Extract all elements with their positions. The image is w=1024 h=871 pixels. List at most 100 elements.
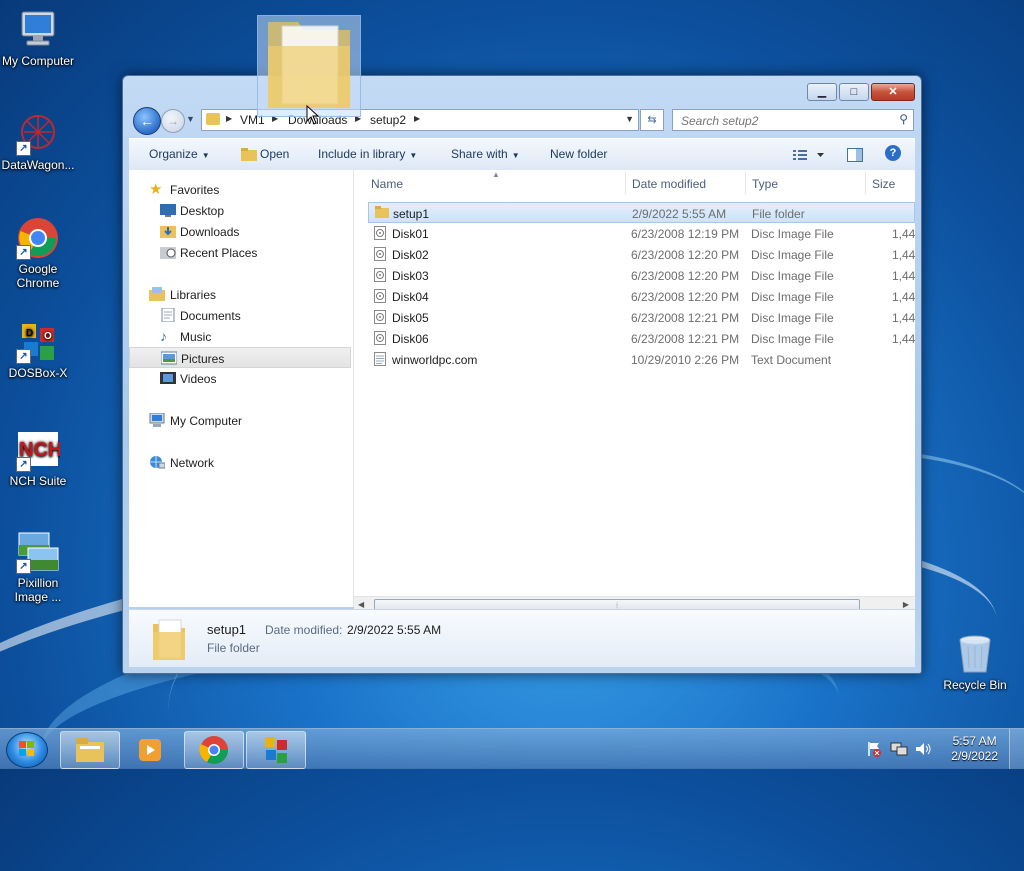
nav-documents[interactable]: Documents xyxy=(129,305,351,326)
details-date-value: 2/9/2022 5:55 AM xyxy=(347,623,442,637)
new-folder-button[interactable]: New folder xyxy=(550,147,607,161)
file-row-winworldpc[interactable]: winworldpc.com 10/29/2010 2:26 PM Text D… xyxy=(368,349,915,370)
help-icon[interactable]: ? xyxy=(885,145,901,161)
folder-icon xyxy=(151,618,187,665)
file-name: Disk04 xyxy=(392,290,429,304)
desktop-icon-pixillion[interactable]: ↗ Pixillion Image ... xyxy=(0,530,76,604)
search-icon[interactable]: ⚲ xyxy=(899,112,908,126)
share-with-menu[interactable]: Share with ▼ xyxy=(451,147,520,161)
file-type: File folder xyxy=(752,207,805,221)
file-type: Disc Image File xyxy=(751,311,834,325)
file-row-disk02[interactable]: Disk02 6/23/2008 12:20 PM Disc Image Fil… xyxy=(368,244,915,265)
taskbar-explorer[interactable] xyxy=(60,731,120,769)
nav-recent-places[interactable]: Recent Places xyxy=(129,242,351,263)
desktop-icon-google-chrome[interactable]: ↗ Google Chrome xyxy=(0,216,76,290)
disc-image-icon xyxy=(374,289,386,303)
desktop-icon-recycle-bin[interactable]: Recycle Bin xyxy=(937,632,1013,692)
nav-pictures[interactable]: Pictures xyxy=(129,347,351,368)
network-status-icon[interactable] xyxy=(890,741,908,757)
videos-icon xyxy=(160,371,176,385)
nav-label: Network xyxy=(170,456,215,470)
file-row-setup1[interactable]: setup1 2/9/2022 5:55 AM File folder xyxy=(368,202,915,223)
search-box[interactable]: ⚲ xyxy=(672,109,914,131)
column-header-date-modified[interactable]: Date modified xyxy=(632,177,706,191)
dosbox-icon xyxy=(265,737,287,763)
column-divider[interactable] xyxy=(865,172,866,194)
nav-videos[interactable]: Videos xyxy=(129,368,351,389)
organize-menu[interactable]: Organize ▼ xyxy=(149,147,210,161)
preview-pane-icon[interactable] xyxy=(847,148,863,165)
folder-icon xyxy=(206,113,220,125)
column-divider[interactable] xyxy=(625,172,626,194)
action-center-flag-icon[interactable] xyxy=(866,741,882,757)
column-header-size[interactable]: Size xyxy=(872,177,895,191)
file-name: Disk06 xyxy=(392,332,429,346)
file-row-disk01[interactable]: Disk01 6/23/2008 12:19 PM Disc Image Fil… xyxy=(368,223,915,244)
desktop-icon-my-computer[interactable]: My Computer xyxy=(0,8,76,68)
nav-desktop[interactable]: Desktop xyxy=(129,200,351,221)
breadcrumb-arrow-icon[interactable]: ▶ xyxy=(226,114,232,123)
file-row-disk05[interactable]: Disk05 6/23/2008 12:21 PM Disc Image Fil… xyxy=(368,307,915,328)
file-row-disk06[interactable]: Disk06 6/23/2008 12:21 PM Disc Image Fil… xyxy=(368,328,915,349)
file-date: 6/23/2008 12:19 PM xyxy=(631,227,740,241)
taskbar-dosbox[interactable] xyxy=(246,731,306,769)
nav-label: Videos xyxy=(180,372,217,386)
breadcrumb-arrow-icon[interactable]: ▶ xyxy=(414,114,420,123)
svg-text:D: D xyxy=(26,328,33,339)
open-button[interactable]: Open xyxy=(260,147,289,161)
file-size: 1,44 xyxy=(892,227,915,241)
file-row-disk04[interactable]: Disk04 6/23/2008 12:20 PM Disc Image Fil… xyxy=(368,286,915,307)
search-input[interactable] xyxy=(679,113,893,129)
details-date-label: Date modified: xyxy=(265,623,343,637)
desktop-icon-dosbox-x[interactable]: DO ↗ DOSBox-X xyxy=(0,320,76,380)
computer-icon xyxy=(149,412,165,427)
text-document-icon xyxy=(374,352,386,366)
back-button[interactable]: ← xyxy=(133,107,161,135)
address-dropdown-icon[interactable]: ▼ xyxy=(625,114,634,124)
close-button[interactable]: ✕ xyxy=(871,83,915,101)
taskbar-media-player[interactable] xyxy=(122,731,182,769)
column-header-type[interactable]: Type xyxy=(752,177,778,191)
file-size: 1,44 xyxy=(892,332,915,346)
nav-my-computer[interactable]: My Computer xyxy=(129,410,351,431)
minimize-button[interactable]: ▁ xyxy=(807,83,837,101)
system-clock[interactable]: 5:57 AM 2/9/2022 xyxy=(951,734,998,764)
nav-downloads[interactable]: Downloads xyxy=(129,221,351,242)
nav-music[interactable]: ♪ Music xyxy=(129,326,351,347)
column-divider[interactable] xyxy=(745,172,746,194)
file-date: 2/9/2022 5:55 AM xyxy=(632,207,727,221)
shortcut-arrow-icon: ↗ xyxy=(16,457,31,472)
nav-label: Libraries xyxy=(170,288,217,302)
scroll-right-arrow-icon[interactable]: ▶ xyxy=(903,600,909,609)
disc-image-icon xyxy=(374,268,386,282)
nav-libraries[interactable]: Libraries xyxy=(129,284,351,305)
shortcut-arrow-icon: ↗ xyxy=(16,349,31,364)
desktop-icon-nch-suite[interactable]: NCH ↗ NCH Suite xyxy=(0,428,76,488)
nav-label: Music xyxy=(180,330,212,344)
view-options-icon[interactable] xyxy=(793,149,825,164)
start-button[interactable] xyxy=(6,732,48,768)
scroll-left-arrow-icon[interactable]: ◀ xyxy=(358,600,364,609)
file-row-disk03[interactable]: Disk03 6/23/2008 12:20 PM Disc Image Fil… xyxy=(368,265,915,286)
breadcrumb-setup2[interactable]: setup2 xyxy=(370,113,406,127)
recent-pages-dropdown[interactable]: ▼ xyxy=(186,114,195,124)
refresh-button[interactable]: ⇆ xyxy=(640,109,664,131)
forward-button[interactable]: → xyxy=(161,109,185,133)
organize-label: Organize xyxy=(149,147,198,161)
include-in-library-menu[interactable]: Include in library ▼ xyxy=(318,147,417,161)
nav-favorites[interactable]: ★ Favorites xyxy=(129,179,351,200)
file-list[interactable]: ▲ Name Date modified Type Size setup1 2/… xyxy=(354,170,915,607)
column-header-name[interactable]: Name xyxy=(371,177,403,191)
nav-label: Downloads xyxy=(180,225,240,239)
file-date: 6/23/2008 12:20 PM xyxy=(631,269,740,283)
star-icon: ★ xyxy=(149,181,163,198)
explorer-window[interactable]: ▁ □ ✕ ← → ▼ ▶ VM1 ▶ Downloads ▶ setup2 ▶… xyxy=(122,75,922,674)
chevron-down-icon: ▼ xyxy=(511,151,520,160)
show-desktop-button[interactable] xyxy=(1009,729,1024,769)
maximize-button[interactable]: □ xyxy=(839,83,869,101)
disc-image-icon xyxy=(374,310,386,324)
nav-network[interactable]: Network xyxy=(129,452,351,473)
desktop-icon-datawagon[interactable]: ↗ DataWagon... xyxy=(0,112,76,172)
volume-icon[interactable] xyxy=(914,741,932,757)
taskbar-chrome[interactable] xyxy=(184,731,244,769)
